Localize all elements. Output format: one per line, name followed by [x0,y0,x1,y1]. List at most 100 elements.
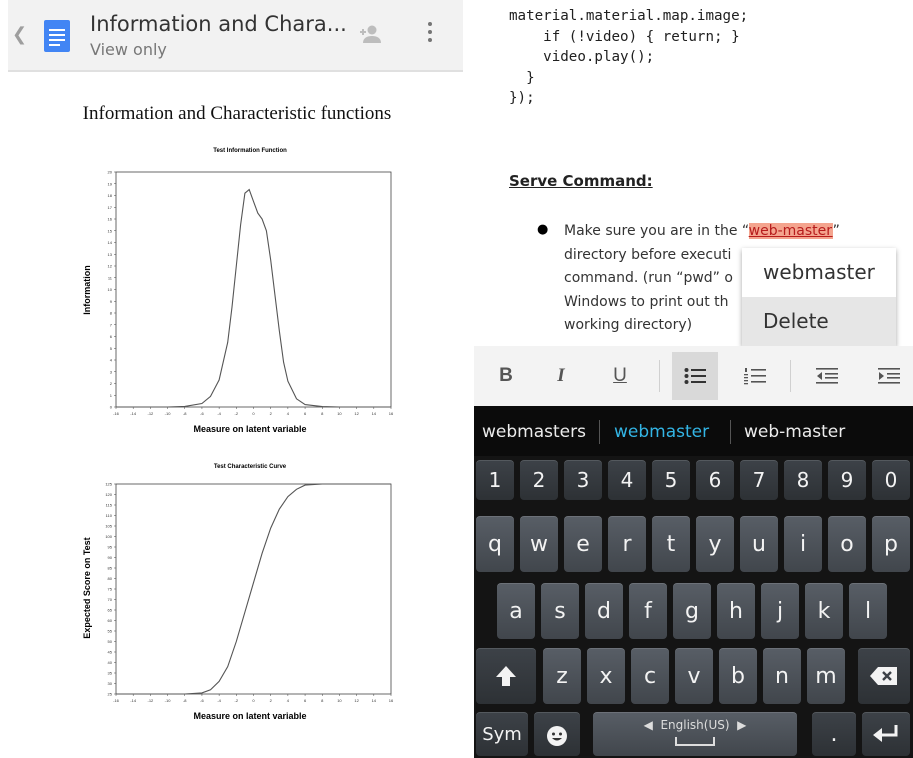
x-tick-label: -16 [113,698,120,703]
bullet-dot: ● [537,222,549,237]
y-tick-label: 80 [108,576,113,581]
key-x-label: x [599,663,613,689]
key-1[interactable]: 1 [476,460,514,500]
key-t[interactable]: t [652,516,690,572]
add-person-icon[interactable] [358,24,382,49]
y-tick-label: 7 [110,322,113,327]
enter-icon[interactable] [862,712,910,756]
x-tick-label: -10 [165,411,172,416]
space-key[interactable]: ◀ English(US) ▶ [593,712,797,756]
decrease-indent-icon[interactable] [804,346,850,406]
key-n[interactable]: n [763,648,801,704]
key-w[interactable]: w [520,516,558,572]
numbered-list-icon[interactable] [732,346,778,406]
key-h[interactable]: h [717,583,755,639]
increase-indent-icon[interactable] [866,346,912,406]
key-g[interactable]: g [673,583,711,639]
shift-icon[interactable] [476,648,536,704]
suggestion-webmasters[interactable]: webmasters [482,422,586,442]
key-m-label: m [815,663,837,689]
sym-key-label: Sym [482,723,522,745]
key-t-label: t [666,531,676,557]
y-tick-label: 35 [108,671,113,676]
suggestion-webmaster[interactable]: webmaster [614,422,709,442]
information-curve [116,188,391,408]
x-tick-label: 4 [287,698,290,703]
key-j[interactable]: j [761,583,799,639]
key-n-label: n [775,663,789,689]
key-y[interactable]: y [696,516,734,572]
y-tick-label: 19 [108,181,113,186]
emoji-face [547,726,567,746]
emoji-icon[interactable] [534,712,580,756]
key-a[interactable]: a [497,583,535,639]
x-tick-label: -16 [113,411,120,416]
key-x[interactable]: x [587,648,625,704]
key-f[interactable]: f [629,583,667,639]
key-r-label: r [622,531,632,557]
doc-title[interactable]: Information and Chara... [90,12,347,36]
key-6[interactable]: 6 [696,460,734,500]
misspelled-word-highlight[interactable]: web-master [748,223,833,239]
key-e[interactable]: e [564,516,602,572]
key-7[interactable]: 7 [740,460,778,500]
key-h-label: h [729,598,743,624]
key-u-label: u [752,531,766,557]
key-s[interactable]: s [541,583,579,639]
chevron-left-icon[interactable]: ❮ [12,24,27,45]
y-tick-label: 45 [108,650,113,655]
key-v[interactable]: v [675,648,713,704]
key-b[interactable]: b [719,648,757,704]
key-z[interactable]: z [543,648,581,704]
key-u[interactable]: u [740,516,778,572]
key-o[interactable]: o [828,516,866,572]
plot-frame [115,483,392,695]
suggestion-web-master[interactable]: web-master [744,422,845,442]
key-2[interactable]: 2 [520,460,558,500]
key-5[interactable]: 5 [652,460,690,500]
key-l[interactable]: l [849,583,887,639]
delete-item[interactable]: Delete [742,297,896,346]
bold-button[interactable]: B [483,346,529,406]
suggestion-webmaster-item[interactable]: webmaster [742,248,896,297]
y-axis-label: Information [82,265,92,315]
code-block[interactable]: material.material.map.image; if (!video)… [509,6,748,109]
key-9[interactable]: 9 [828,460,866,500]
y-tick-label: 105 [105,524,112,529]
italic-button[interactable]: I [538,346,584,406]
y-tick-label: 0 [110,405,113,410]
format-toolbar: B I U [474,346,913,406]
y-tick-label: 6 [110,334,113,339]
key-d[interactable]: d [585,583,623,639]
y-tick-label: 11 [108,275,113,280]
more-vert-icon[interactable] [428,22,434,46]
characteristic-curve [116,483,391,695]
key-c[interactable]: c [631,648,669,704]
key-1-label: 1 [488,468,502,492]
key-m[interactable]: m [807,648,845,704]
key-i[interactable]: i [784,516,822,572]
x-axis-label: Measure on latent variable [193,711,306,721]
y-tick-label: 1 [110,393,113,398]
y-tick-label: 4 [110,358,113,363]
y-tick-label: 2 [110,381,113,386]
x-tick-label: 12 [354,411,359,416]
period-key[interactable]: . [812,712,856,756]
key-8[interactable]: 8 [784,460,822,500]
bullet-list-icon[interactable] [672,352,718,400]
x-tick-label: 12 [354,698,359,703]
key-0[interactable]: 0 [872,460,910,500]
x-tick-label: -12 [147,698,154,703]
y-tick-label: 90 [108,555,113,560]
space-bar-icon [675,737,715,746]
test-characteristic-chart: Test Characteristic Curve -16 -14 -12 -10 -8… [82,464,394,721]
key-k[interactable]: k [805,583,843,639]
backspace-icon[interactable] [858,648,910,704]
key-q[interactable]: q [476,516,514,572]
key-4[interactable]: 4 [608,460,646,500]
key-p[interactable]: p [872,516,910,572]
sym-key[interactable]: Sym [476,712,528,756]
key-3[interactable]: 3 [564,460,602,500]
key-r[interactable]: r [608,516,646,572]
underline-button[interactable]: U [597,346,643,406]
